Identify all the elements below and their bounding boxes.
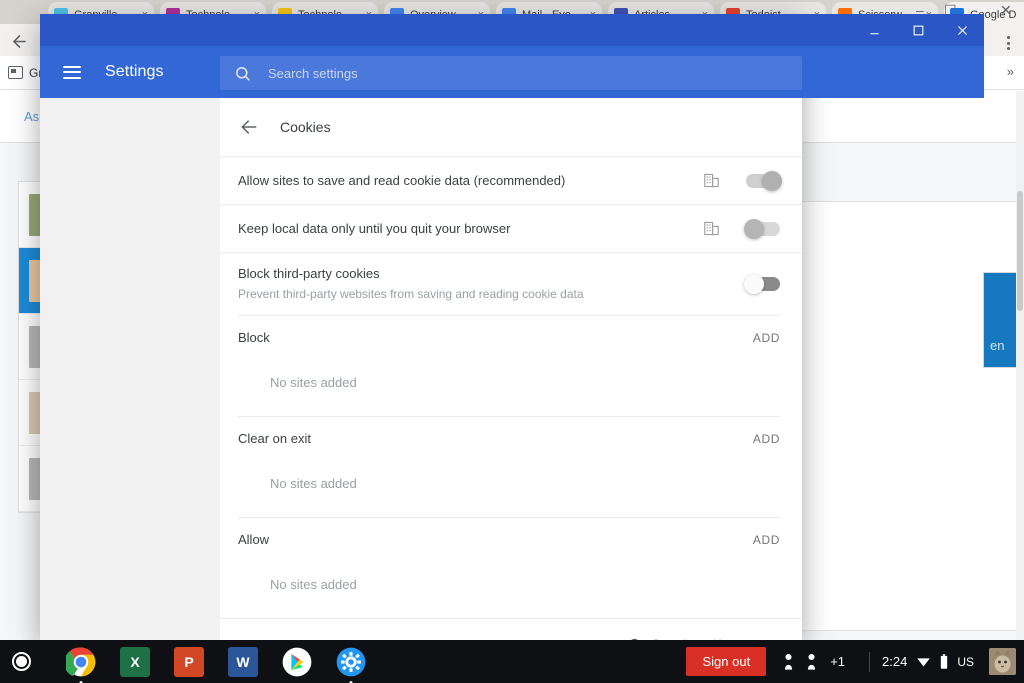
settings-main-panel: Cookies Allow sites to save and read coo…: [220, 98, 802, 640]
section-header: Allow ADD: [238, 517, 780, 561]
system-status-area: Sign out +1 2:24 US: [686, 640, 1024, 683]
window-controls: [852, 14, 984, 46]
toggle-switch: [746, 170, 782, 191]
toggle-knob: [762, 170, 782, 191]
shelf-app-word[interactable]: W: [228, 646, 258, 677]
site-exception-section: Block ADD No sites added: [220, 315, 802, 416]
row-texts: Keep local data only until you quit your…: [238, 208, 703, 250]
shelf-app-label: W: [236, 653, 250, 670]
back-arrow-icon[interactable]: [238, 116, 260, 138]
system-shelf: X P W Sign out +1 2:24 US: [0, 640, 1024, 683]
cookie-toggle-list: Allow sites to save and read cookie data…: [220, 156, 802, 315]
section-header: Clear on exit ADD: [238, 416, 780, 460]
clock[interactable]: 2:24: [882, 654, 907, 669]
row-controls: [703, 170, 782, 191]
add-site-button[interactable]: ADD: [753, 533, 780, 547]
screen: Granville×Technolo×Technolo×Overview×Mai…: [0, 0, 1024, 683]
settings-row: Keep local data only until you quit your…: [220, 204, 802, 252]
search-settings-placeholder: Search settings: [268, 65, 358, 81]
user-avatars[interactable]: +1: [784, 653, 845, 670]
page-heading: As: [24, 109, 40, 124]
shelf-app-chrome[interactable]: [66, 647, 96, 683]
add-site-button[interactable]: ADD: [753, 331, 780, 345]
section-title: Allow: [238, 532, 270, 547]
row-texts: Block third-party cookies Prevent third-p…: [238, 253, 746, 315]
toggle-switch[interactable]: [744, 274, 780, 294]
sign-out-button[interactable]: Sign out: [686, 647, 767, 676]
enterprise-policy-icon: [703, 172, 720, 189]
page-scrollbar-thumb[interactable]: [1017, 191, 1023, 311]
settings-row: Allow sites to save and read cookie data…: [220, 156, 802, 204]
section-header: Block ADD: [238, 315, 780, 359]
shelf-app-play-store[interactable]: [282, 647, 312, 677]
toggle-switch: [744, 218, 780, 239]
close-button[interactable]: [940, 14, 984, 46]
page-header: Cookies: [220, 98, 802, 156]
site-exception-section: Clear on exit ADD No sites added: [220, 416, 802, 517]
settings-window: Settings Search settings Cookies Allow s…: [40, 14, 984, 640]
battery-icon[interactable]: [940, 654, 948, 669]
page-scrollbar[interactable]: [1016, 91, 1024, 640]
minimize-button[interactable]: [852, 14, 896, 46]
section-title: Block: [238, 330, 270, 345]
shelf-app-label: P: [184, 653, 194, 670]
locale-indicator[interactable]: US: [957, 655, 974, 669]
window-title-bar: [40, 14, 984, 46]
launcher-button[interactable]: [12, 652, 31, 671]
search-settings-box[interactable]: Search settings: [220, 56, 802, 90]
shelf-app-label: X: [130, 653, 140, 670]
browser-kebab-menu-icon[interactable]: [1000, 34, 1016, 52]
additional-users-count: +1: [830, 654, 846, 669]
user-avatar-icon: [807, 653, 816, 670]
all-cookies-row: All cookies and site data Search cookies: [220, 618, 802, 640]
page-title: Cookies: [280, 119, 331, 135]
maximize-button[interactable]: [896, 14, 940, 46]
toggle-knob: [744, 274, 764, 294]
row-controls: [744, 274, 780, 294]
row-label: Keep local data only until you quit your…: [238, 220, 511, 236]
search-icon: [234, 65, 251, 82]
empty-state-text: No sites added: [270, 375, 357, 390]
status-divider: [869, 651, 871, 672]
window-close-icon[interactable]: ✕: [1000, 2, 1012, 19]
row-controls: [703, 218, 780, 239]
folder-icon: [8, 66, 23, 79]
row-label: Allow sites to save and read cookie data…: [238, 172, 566, 188]
row-texts: Allow sites to save and read cookie data…: [238, 160, 703, 202]
add-site-button[interactable]: ADD: [753, 432, 780, 446]
row-sublabel: Prevent third-party websites from saving…: [238, 287, 584, 301]
enterprise-policy-icon: [703, 220, 720, 237]
settings-row: Block third-party cookies Prevent third-p…: [220, 252, 802, 315]
browser-back-icon[interactable]: [10, 32, 29, 57]
blue-card-label: en: [990, 338, 1005, 353]
site-exception-sections: Block ADD No sites added Clear on exit ADD No…: [220, 315, 802, 618]
empty-state-text: No sites added: [270, 476, 357, 491]
settings-header: Settings Search settings: [40, 46, 984, 98]
status-tray[interactable]: 2:24 US: [882, 648, 1016, 675]
hamburger-menu-icon[interactable]: [63, 65, 81, 79]
row-label: Block third-party cookies: [238, 266, 380, 281]
shelf-app-list: XPW: [66, 646, 366, 683]
user-avatar-icon: [784, 653, 793, 670]
site-exception-section: Allow ADD No sites added: [220, 517, 802, 618]
settings-sidebar: [40, 98, 220, 640]
toggle-knob: [744, 218, 764, 239]
empty-state-text: No sites added: [270, 577, 357, 592]
shelf-app-excel[interactable]: X: [120, 646, 150, 677]
shelf-app-settings[interactable]: [336, 647, 366, 683]
overflow-chevron-icon[interactable]: »: [1007, 64, 1014, 79]
wifi-icon[interactable]: [916, 654, 931, 669]
shelf-app-powerpoint[interactable]: P: [174, 646, 204, 677]
avatar[interactable]: [989, 648, 1016, 675]
section-title: Clear on exit: [238, 431, 311, 446]
app-title: Settings: [105, 63, 164, 80]
settings-body: Cookies Allow sites to save and read coo…: [40, 98, 802, 640]
